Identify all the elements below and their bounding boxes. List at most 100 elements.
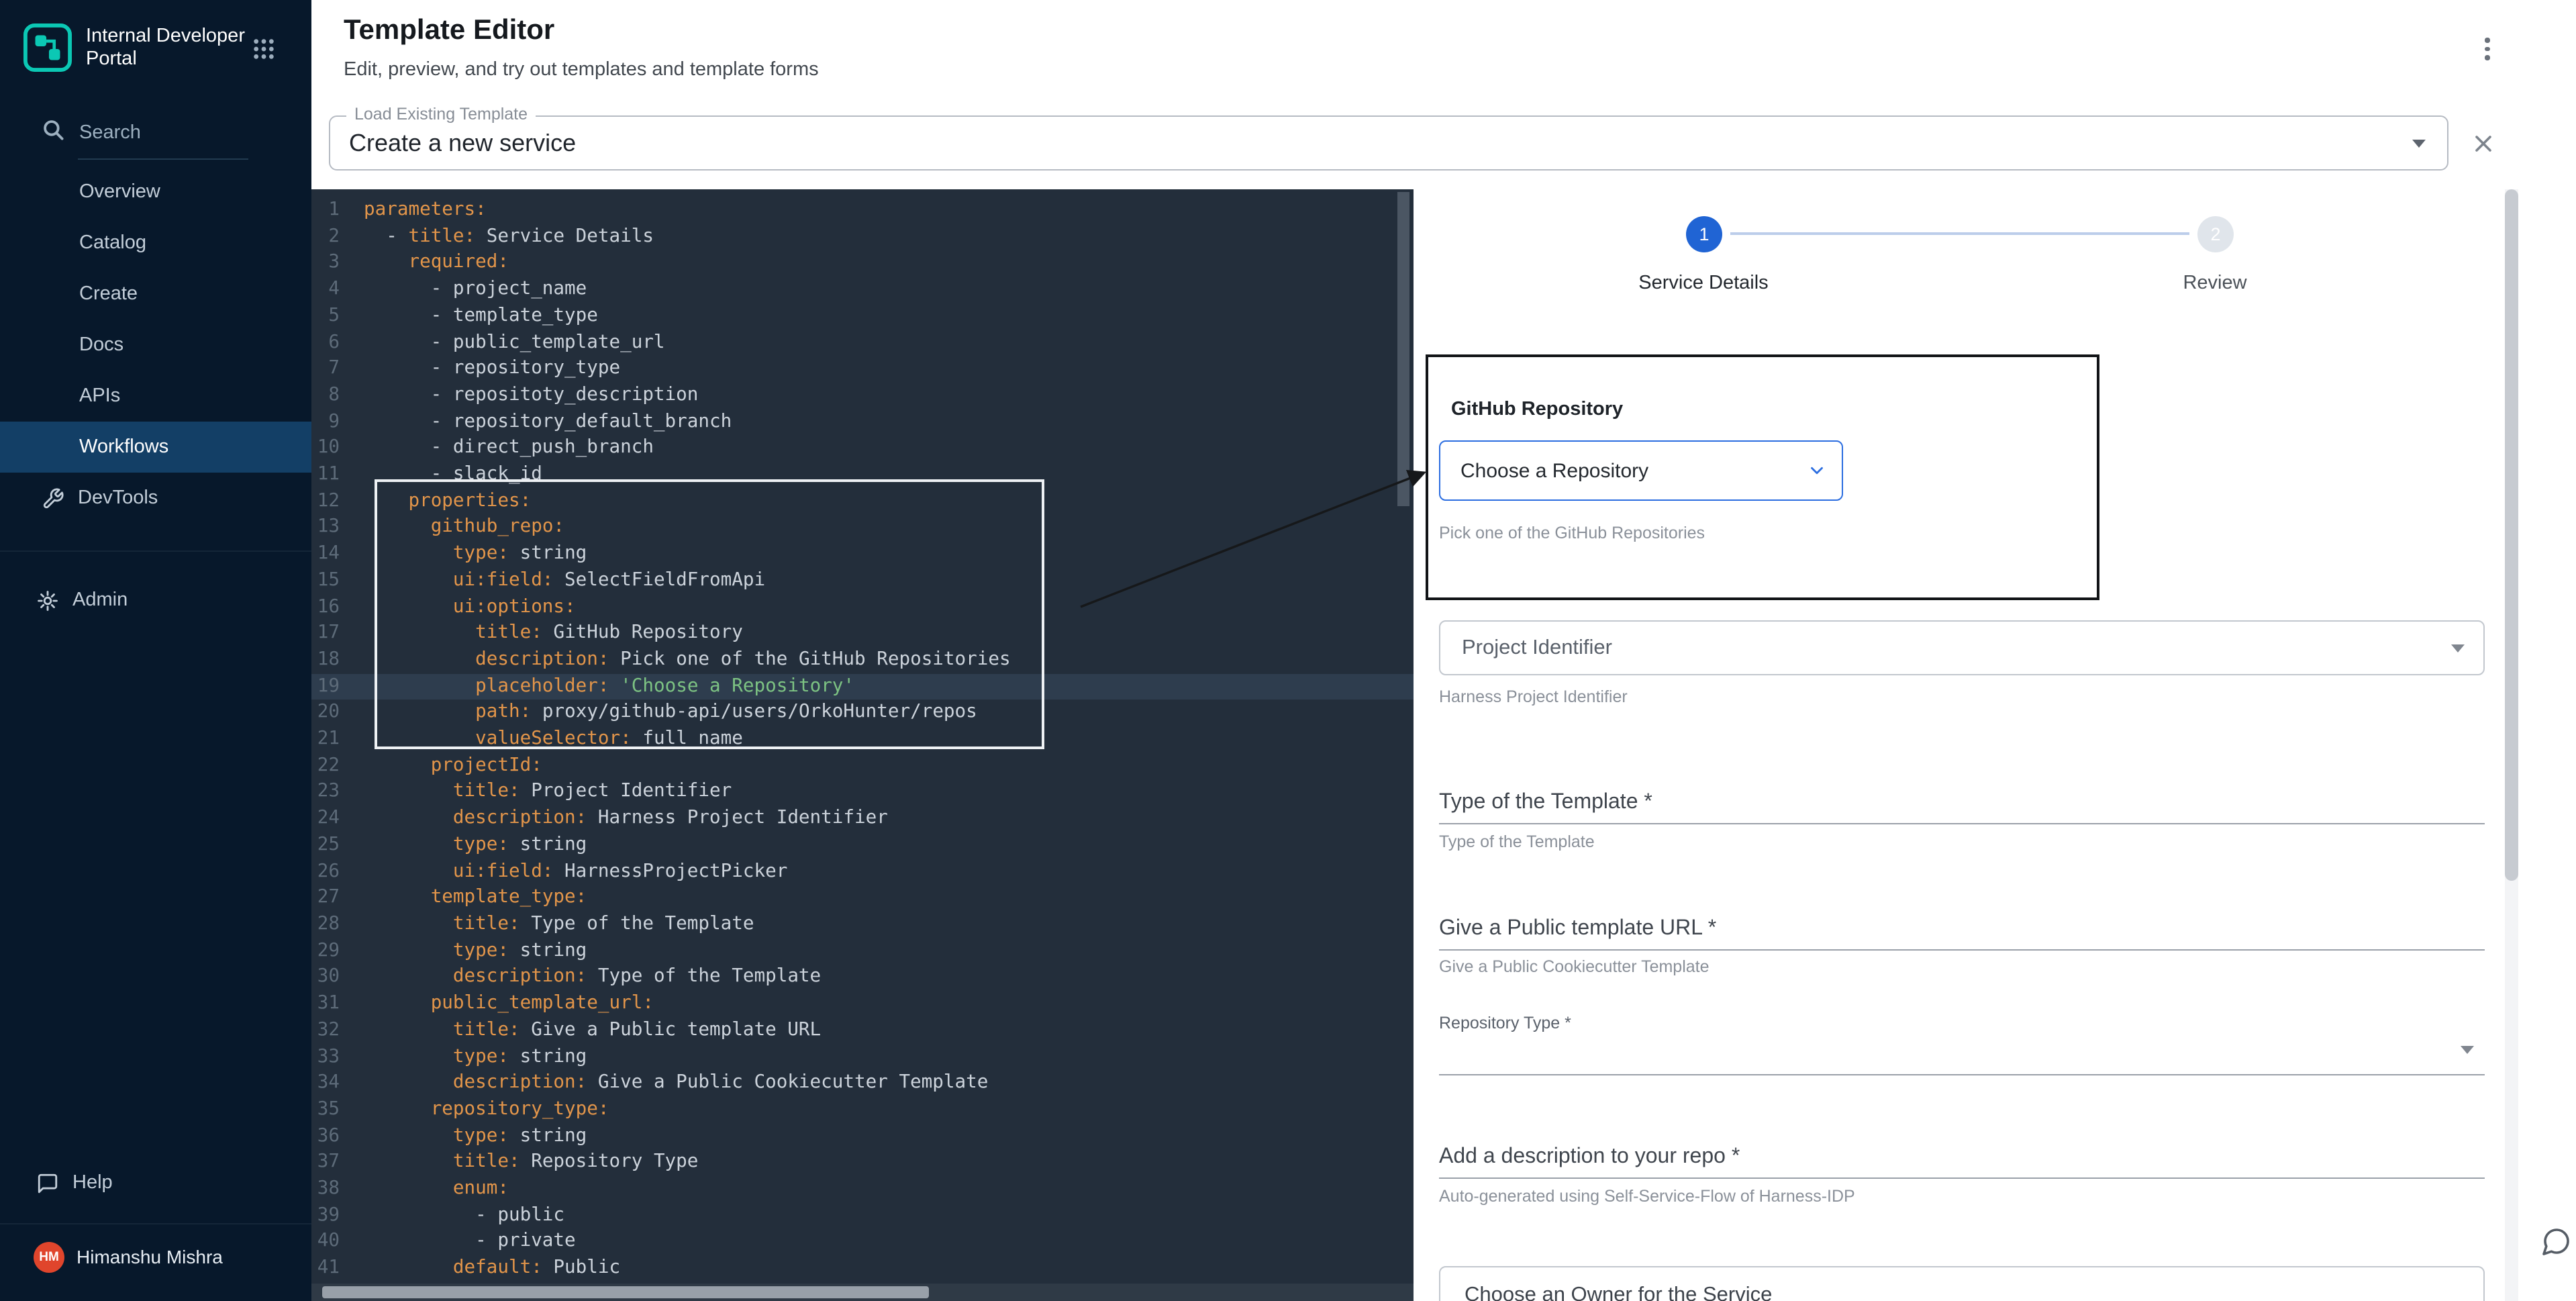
code-line-23[interactable]: 23 title: Project Identifier [311, 779, 1414, 806]
github-repository-helper: Pick one of the GitHub Repositories [1439, 524, 1705, 542]
code-text: repository_type: [340, 1097, 609, 1123]
code-line-25[interactable]: 25 type: string [311, 832, 1414, 859]
line-number: 14 [311, 541, 340, 567]
line-number: 31 [311, 991, 340, 1017]
project-identifier-select[interactable]: Project Identifier [1439, 620, 2485, 675]
code-text: template_type: [340, 885, 587, 912]
project-identifier-placeholder: Project Identifier [1462, 636, 1612, 660]
sidebar-nav: OverviewCatalogCreateDocsAPIsWorkflows [0, 166, 311, 473]
code-line-11[interactable]: 11 - slack_id [311, 462, 1414, 488]
code-text: - template_type [340, 303, 598, 330]
code-line-26[interactable]: 26 ui:field: HarnessProjectPicker [311, 859, 1414, 885]
code-line-40[interactable]: 40 - private [311, 1229, 1414, 1255]
sidebar-item-create[interactable]: Create [0, 269, 311, 320]
github-repository-select[interactable]: Choose a Repository [1439, 440, 1843, 501]
help-chat-icon [36, 1171, 59, 1194]
sidebar-item-devtools[interactable]: DevTools [0, 473, 311, 524]
code-line-38[interactable]: 38 enum: [311, 1176, 1414, 1202]
apps-grid-icon[interactable] [252, 38, 275, 67]
code-text: - repository_type [340, 356, 620, 382]
sidebar-item-docs[interactable]: Docs [0, 320, 311, 371]
code-line-5[interactable]: 5 - template_type [311, 303, 1414, 330]
code-line-28[interactable]: 28 title: Type of the Template [311, 912, 1414, 938]
code-line-1[interactable]: 1parameters: [311, 197, 1414, 224]
code-line-24[interactable]: 24 description: Harness Project Identifi… [311, 806, 1414, 832]
load-template-select[interactable]: Load Existing Template Create a new serv… [329, 115, 2448, 171]
code-line-2[interactable]: 2 - title: Service Details [311, 224, 1414, 250]
code-line-6[interactable]: 6 - public_template_url [311, 330, 1414, 356]
code-line-32[interactable]: 32 title: Give a Public template URL [311, 1018, 1414, 1044]
line-number: 39 [311, 1202, 340, 1228]
page-scrollbar-thumb[interactable] [2505, 189, 2518, 881]
code-text: type: string [340, 1044, 587, 1070]
repo-description-underline [1439, 1177, 2485, 1179]
editor-horizontal-scrollbar-thumb[interactable] [322, 1286, 929, 1298]
repo-description-field[interactable]: Add a description to your repo * [1439, 1145, 1740, 1169]
code-text: title: Type of the Template [340, 912, 754, 938]
owner-select-card[interactable]: Choose an Owner for the Service [1439, 1266, 2485, 1301]
code-line-7[interactable]: 7 - repository_type [311, 356, 1414, 382]
code-line-21[interactable]: 21 valueSelector: full_name [311, 726, 1414, 753]
code-text: description: Harness Project Identifier [340, 806, 888, 832]
code-line-12[interactable]: 12 properties: [311, 488, 1414, 514]
sidebar-item-catalog[interactable]: Catalog [0, 218, 311, 269]
code-line-15[interactable]: 15 ui:field: SelectFieldFromApi [311, 568, 1414, 594]
code-line-37[interactable]: 37 title: Repository Type [311, 1150, 1414, 1176]
code-line-31[interactable]: 31 public_template_url: [311, 991, 1414, 1017]
template-type-field[interactable]: Type of the Template * [1439, 791, 1652, 815]
page-title: Template Editor [344, 15, 554, 47]
search-underline [78, 158, 248, 160]
code-line-22[interactable]: 22 projectId: [311, 753, 1414, 779]
code-line-30[interactable]: 30 description: Type of the Template [311, 965, 1414, 991]
line-number: 32 [311, 1018, 340, 1044]
page-scrollbar-track[interactable] [2505, 189, 2518, 1301]
code-line-13[interactable]: 13 github_repo: [311, 515, 1414, 541]
code-line-3[interactable]: 3 required: [311, 250, 1414, 277]
repository-type-underline[interactable] [1439, 1074, 2485, 1075]
code-line-20[interactable]: 20 path: proxy/github-api/users/OrkoHunt… [311, 700, 1414, 726]
code-line-36[interactable]: 36 type: string [311, 1123, 1414, 1149]
code-line-33[interactable]: 33 type: string [311, 1044, 1414, 1070]
code-text: description: Pick one of the GitHub Repo… [340, 647, 1011, 673]
code-line-8[interactable]: 8 - repositoty_description [311, 383, 1414, 409]
editor-vertical-scrollbar[interactable] [1397, 192, 1409, 506]
code-line-27[interactable]: 27 template_type: [311, 885, 1414, 912]
user-profile[interactable]: HM Himanshu Mishra [0, 1231, 311, 1282]
code-line-39[interactable]: 39 - public [311, 1202, 1414, 1228]
code-text: type: string [340, 938, 587, 964]
code-text: enum: [340, 1176, 509, 1202]
sidebar-item-help[interactable]: Help [0, 1157, 311, 1208]
code-line-18[interactable]: 18 description: Pick one of the GitHub R… [311, 647, 1414, 673]
project-identifier-helper: Harness Project Identifier [1439, 687, 1628, 706]
line-number: 26 [311, 859, 340, 885]
line-number: 37 [311, 1150, 340, 1176]
line-number: 35 [311, 1097, 340, 1123]
sidebar-item-workflows[interactable]: Workflows [0, 422, 311, 473]
code-text: parameters: [340, 197, 487, 224]
sidebar-item-admin[interactable]: Admin [0, 575, 311, 626]
support-chat-icon[interactable] [2540, 1226, 2572, 1258]
kebab-menu-button[interactable] [2477, 38, 2498, 73]
code-line-9[interactable]: 9 - repository_default_branch [311, 409, 1414, 435]
code-line-34[interactable]: 34 description: Give a Public Cookiecutt… [311, 1070, 1414, 1096]
code-line-29[interactable]: 29 type: string [311, 938, 1414, 964]
sidebar-item-overview[interactable]: Overview [0, 166, 311, 218]
code-line-14[interactable]: 14 type: string [311, 541, 1414, 567]
code-line-10[interactable]: 10 - direct_push_branch [311, 436, 1414, 462]
code-line-19[interactable]: 19 placeholder: 'Choose a Repository' [311, 673, 1414, 700]
code-text: title: GitHub Repository [340, 621, 743, 647]
public-template-url-field[interactable]: Give a Public template URL * [1439, 917, 1716, 941]
yaml-editor[interactable]: 1parameters:2 - title: Service Details3 … [311, 189, 1414, 1301]
code-text: properties: [340, 488, 531, 514]
clear-template-button[interactable] [2469, 129, 2498, 158]
code-line-4[interactable]: 4 - project_name [311, 277, 1414, 303]
editor-horizontal-scrollbar-track[interactable] [311, 1284, 1414, 1301]
code-line-41[interactable]: 41 default: Public [311, 1255, 1414, 1282]
line-number: 23 [311, 779, 340, 806]
code-line-17[interactable]: 17 title: GitHub Repository [311, 621, 1414, 647]
code-line-16[interactable]: 16 ui:options: [311, 594, 1414, 620]
sidebar-item-apis[interactable]: APIs [0, 371, 311, 422]
code-line-35[interactable]: 35 repository_type: [311, 1097, 1414, 1123]
line-number: 41 [311, 1255, 340, 1282]
sidebar-search[interactable]: Search [42, 118, 141, 146]
